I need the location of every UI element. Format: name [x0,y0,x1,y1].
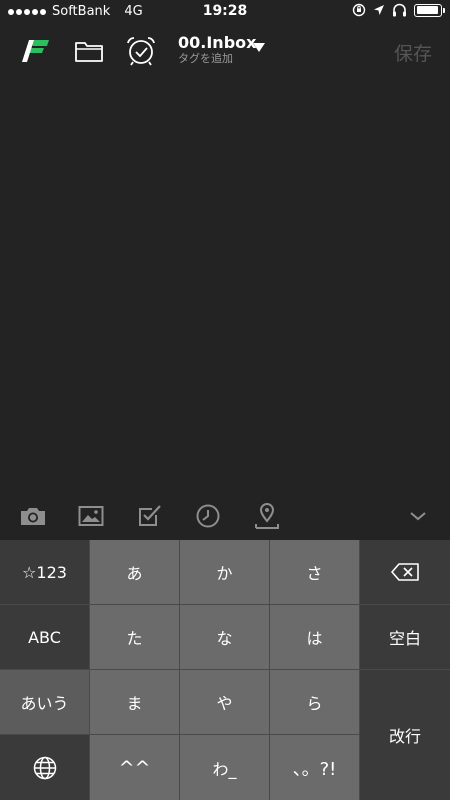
clock-icon[interactable] [194,502,222,530]
kana-key-na[interactable]: な [180,605,269,669]
location-pin-icon[interactable] [253,502,281,530]
abc-mode-key[interactable]: ABC [0,605,89,669]
add-tag-label[interactable]: タグを追加 [178,52,256,65]
kana-key-ha[interactable]: は [270,605,359,669]
chevron-down-icon[interactable] [404,502,432,530]
save-button[interactable]: 保存 [394,39,432,66]
symbol-mode-key[interactable]: ☆123 [0,540,89,604]
checkbox-icon[interactable] [136,502,164,530]
orientation-lock-icon [352,3,366,17]
status-right [352,3,445,17]
punctuation-key[interactable]: 、。?! [270,735,359,800]
notebook-name: 00.Inbox [178,33,257,52]
battery-level [416,6,439,14]
emoticon-key[interactable]: ^^ [90,735,179,800]
insert-toolbar [0,492,450,540]
alarm-clock-icon[interactable] [125,34,157,68]
folder-icon[interactable] [73,36,105,66]
globe-key[interactable] [0,735,89,800]
globe-icon [33,756,56,779]
image-icon[interactable] [77,502,105,530]
kana-mode-key[interactable]: あいう [0,670,89,734]
kana-key-wa[interactable]: わ_ [180,735,269,800]
japanese-keyboard: ☆123 ABC あいう あ か さ た な は ま や ら ^^ わ_ 、。?… [0,540,450,800]
notebook-selector[interactable]: 00.Inbox タグを追加 [178,33,257,66]
kana-key-ma[interactable]: ま [90,670,179,734]
kana-key-a[interactable]: あ [90,540,179,604]
kana-key-ka[interactable]: か [180,540,269,604]
app-logo-icon[interactable] [20,36,52,66]
backspace-icon [391,563,419,581]
location-arrow-icon [374,5,384,15]
editor-toolbar: 00.Inbox タグを追加 保存 [0,24,450,78]
kana-key-ta[interactable]: た [90,605,179,669]
kana-key-ya[interactable]: や [180,670,269,734]
dropdown-triangle-icon[interactable] [253,43,265,52]
kana-key-sa[interactable]: さ [270,540,359,604]
kana-key-ra[interactable]: ら [270,670,359,734]
backspace-key[interactable] [360,540,450,604]
status-bar: SoftBank 4G 19:28 [0,0,450,24]
battery-icon [414,3,445,17]
return-key[interactable]: 改行 [360,670,450,800]
space-key[interactable]: 空白 [360,605,450,669]
camera-icon[interactable] [19,502,47,530]
headphones-icon [393,3,406,17]
note-editor[interactable] [0,78,450,492]
